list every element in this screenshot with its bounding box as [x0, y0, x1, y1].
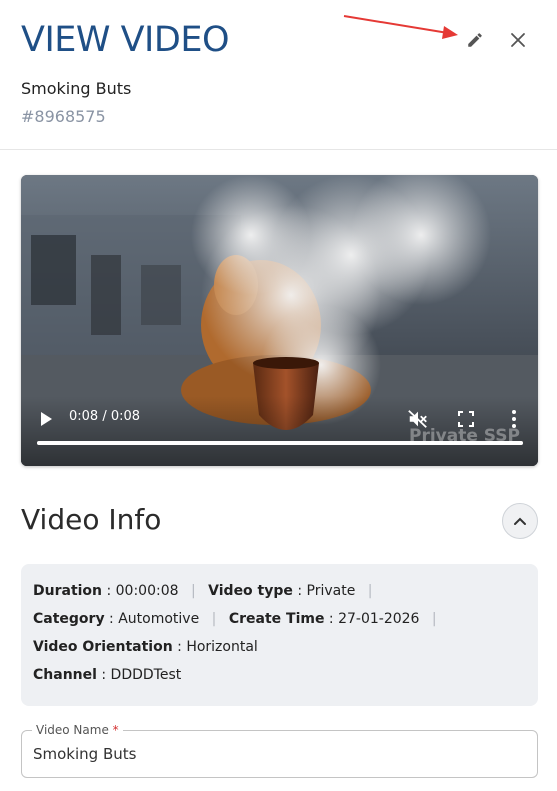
video-info-heading: Video Info [21, 503, 162, 536]
modal-header: VIEW VIDEO Smoking Buts #8968575 [0, 0, 557, 150]
video-id: #8968575 [21, 107, 106, 126]
edit-button[interactable] [460, 25, 490, 55]
annotation-arrow [343, 15, 458, 39]
create-time-value: 27-01-2026 [338, 611, 420, 627]
close-button[interactable] [503, 25, 533, 55]
video-name-label-text: Video Name [36, 723, 109, 737]
video-name-input[interactable] [33, 743, 523, 765]
required-mark: * [112, 723, 119, 737]
create-time-label: Create Time [228, 611, 325, 627]
video-player[interactable]: 0:08 / 0:08 Private SSP [21, 175, 538, 466]
video-name-label: Video Name * [32, 723, 123, 737]
channel-value: DDDDTest [110, 667, 182, 683]
video-title: Smoking Buts [21, 79, 132, 98]
orientation-value: Horizontal [186, 639, 258, 655]
pencil-icon [468, 33, 482, 47]
time-display: 0:08 / 0:08 [69, 409, 141, 424]
category-value: Automotive [118, 611, 200, 627]
duration-label: Duration [33, 583, 103, 599]
category-label: Category [33, 611, 105, 627]
channel-label: Channel [33, 667, 97, 683]
video-type-value: Private [306, 583, 356, 599]
duration-value: 00:00:08 [115, 583, 179, 599]
info-row-4: Channel : DDDDTest [33, 667, 182, 683]
video-info-panel: Duration : 00:00:08 | Video type : Priva… [21, 564, 538, 706]
collapse-button[interactable] [502, 503, 538, 539]
info-row-2: Category : Automotive | Create Time : 27… [33, 611, 437, 627]
orientation-label: Video Orientation [33, 639, 173, 655]
chevron-up-icon [514, 517, 526, 525]
video-type-label: Video type [208, 583, 293, 599]
close-icon [511, 33, 525, 47]
page-title: VIEW VIDEO [21, 20, 230, 60]
progress-bar[interactable] [37, 441, 523, 445]
play-icon[interactable] [37, 410, 55, 428]
info-row-1: Duration : 00:00:08 | Video type : Priva… [33, 583, 373, 599]
progress-fill [37, 441, 523, 445]
info-row-3: Video Orientation : Horizontal [33, 639, 258, 655]
video-name-field: Video Name * [21, 723, 538, 778]
